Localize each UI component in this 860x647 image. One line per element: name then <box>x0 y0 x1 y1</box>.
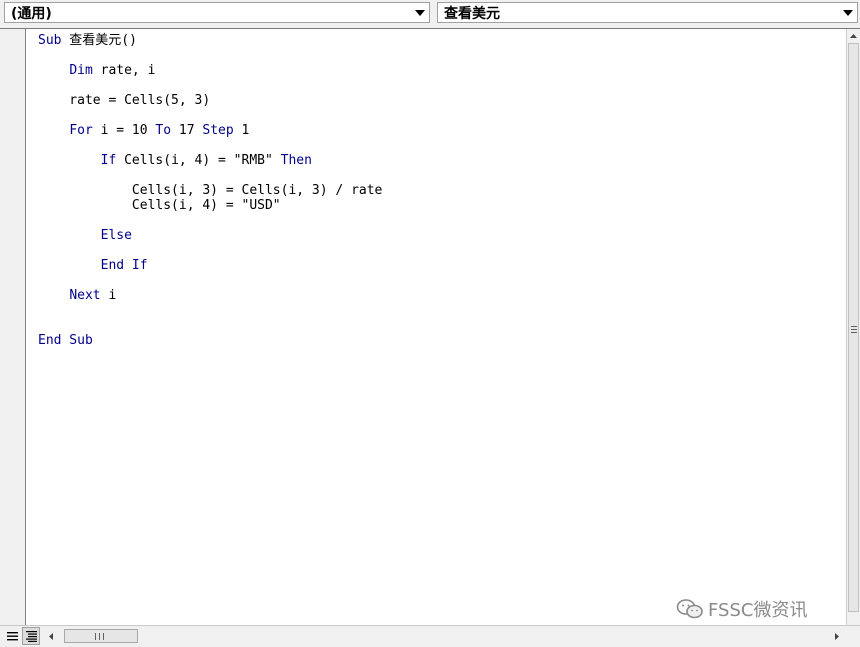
code-text: 17 <box>171 123 203 138</box>
code-text: 1 <box>233 123 250 138</box>
code-line[interactable]: Sub 查看美元() <box>38 33 137 48</box>
grip-icon <box>95 633 104 640</box>
code-keyword: Else <box>100 228 132 243</box>
horizontal-scrollbar[interactable] <box>44 627 844 645</box>
scroll-right-icon[interactable] <box>830 627 844 645</box>
margin-indicator-bar[interactable] <box>0 29 26 625</box>
procedure-dropdown-value: 查看美元 <box>444 5 500 22</box>
scroll-up-icon[interactable] <box>847 29 860 43</box>
code-line[interactable]: rate = Cells(5, 3) <box>38 93 210 108</box>
code-keyword: Next <box>69 288 101 303</box>
code-line[interactable]: End If <box>38 258 148 273</box>
code-keyword: Step <box>202 123 234 138</box>
chevron-down-icon[interactable] <box>839 3 857 22</box>
code-line[interactable]: Cells(i, 4) = "USD" <box>38 198 281 213</box>
code-window-statusbar <box>0 625 860 647</box>
vertical-scrollbar[interactable] <box>846 29 860 625</box>
code-line[interactable]: Else <box>38 228 132 243</box>
grip-icon <box>851 326 857 333</box>
code-line[interactable]: Next i <box>38 288 116 303</box>
vertical-scroll-thumb[interactable] <box>848 43 859 612</box>
code-window-toolbar: (通用) 查看美元 <box>0 0 860 27</box>
code-text: Cells(i, 4) = "RMB" <box>116 153 281 168</box>
chevron-down-icon[interactable] <box>411 3 429 22</box>
code-text: rate = Cells(5, 3) <box>38 93 211 108</box>
code-line[interactable]: If Cells(i, 4) = "RMB" Then <box>38 153 312 168</box>
horizontal-scroll-thumb[interactable] <box>64 629 138 643</box>
code-line[interactable]: Dim rate, i <box>38 63 155 78</box>
object-dropdown[interactable]: (通用) <box>4 2 430 23</box>
code-text: Cells(i, 4) = "USD" <box>38 198 281 213</box>
wechat-logo-icon <box>676 599 703 619</box>
full-module-view-button[interactable] <box>22 627 40 645</box>
procedure-view-button[interactable] <box>3 627 21 645</box>
scroll-left-icon[interactable] <box>44 627 58 645</box>
code-text: i <box>100 288 117 303</box>
full-module-view-icon <box>25 630 37 642</box>
procedure-view-icon <box>6 631 18 640</box>
code-keyword: Sub <box>38 33 62 48</box>
code-text: Cells(i, 3) = Cells(i, 3) / rate <box>38 183 383 198</box>
code-line[interactable]: For i = 10 To 17 Step 1 <box>38 123 249 138</box>
code-keyword: Dim <box>69 63 93 78</box>
code-line[interactable]: Cells(i, 3) = Cells(i, 3) / rate <box>38 183 382 198</box>
code-text: 查看美元() <box>61 33 137 48</box>
code-keyword: End Sub <box>38 333 93 348</box>
code-keyword: End If <box>100 258 148 273</box>
code-text-area[interactable]: Sub 查看美元() Dim rate, i rate = Cells(5, 3… <box>27 29 846 625</box>
code-line[interactable]: End Sub <box>38 333 93 348</box>
watermark-text: FSSC微资讯 <box>708 600 808 621</box>
code-keyword: If <box>100 153 117 168</box>
code-text: rate, i <box>92 63 156 78</box>
code-keyword: To <box>155 123 172 138</box>
code-text: i = 10 <box>92 123 156 138</box>
code-keyword: For <box>69 123 93 138</box>
code-keyword: Then <box>280 153 312 168</box>
watermark: FSSC微资讯 <box>676 597 807 621</box>
procedure-dropdown[interactable]: 查看美元 <box>437 2 858 23</box>
object-dropdown-value: (通用) <box>11 5 52 22</box>
code-editor[interactable]: Sub 查看美元() Dim rate, i rate = Cells(5, 3… <box>0 28 860 625</box>
